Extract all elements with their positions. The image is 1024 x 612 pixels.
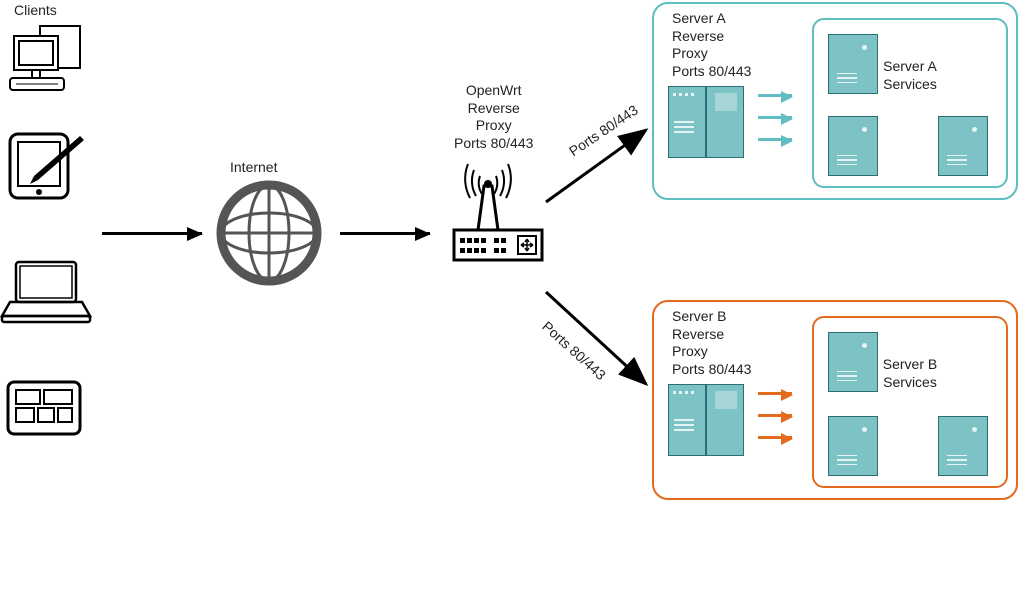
- arrow-a-services-3: [758, 138, 792, 141]
- server-a-group: Server A Reverse Proxy Ports 80/443 Serv…: [652, 2, 1018, 200]
- router-label: OpenWrt Reverse Proxy Ports 80/443: [454, 82, 533, 152]
- arrow-b-services-1: [758, 392, 792, 395]
- internet-label: Internet: [230, 159, 277, 177]
- server-a-rack-2: [706, 86, 744, 158]
- server-b-rack-1: [668, 384, 706, 456]
- server-b-proxy-label: Server B Reverse Proxy Ports 80/443: [672, 308, 751, 378]
- arrow-b-services-3: [758, 436, 792, 439]
- desktop-icon: [6, 22, 84, 100]
- panel-device-icon: [4, 378, 84, 438]
- globe-icon: [214, 178, 324, 288]
- laptop-icon: [0, 256, 92, 328]
- ports-label-upper: Ports 80/443: [566, 102, 642, 161]
- ports-label-lower: Ports 80/443: [538, 318, 609, 384]
- clients-label: Clients: [14, 2, 57, 20]
- arrow-internet-to-router: [340, 232, 430, 235]
- arrow-a-services-1: [758, 94, 792, 97]
- server-a-service-3: [938, 116, 988, 176]
- 992-arrow-b-services-2: [758, 414, 792, 417]
- server-b-service-1: [828, 332, 878, 392]
- diagram-canvas: Clients: [0, 0, 1024, 612]
- server-b-group: Server B Reverse Proxy Ports 80/443 Serv…: [652, 300, 1018, 500]
- server-a-services-group: Server A Services: [812, 18, 1008, 188]
- arrow-a-services-2: [758, 116, 792, 119]
- server-b-services-group: Server B Services: [812, 316, 1008, 488]
- server-a-proxy-label: Server A Reverse Proxy Ports 80/443: [672, 10, 751, 80]
- server-b-rack-2: [706, 384, 744, 456]
- router-icon: [448, 156, 548, 266]
- server-b-service-2: [828, 416, 878, 476]
- server-a-service-2: [828, 116, 878, 176]
- tablet-icon: [4, 128, 88, 204]
- arrow-clients-to-internet: [102, 232, 202, 235]
- server-a-service-1: [828, 34, 878, 94]
- server-b-service-3: [938, 416, 988, 476]
- server-a-rack-1: [668, 86, 706, 158]
